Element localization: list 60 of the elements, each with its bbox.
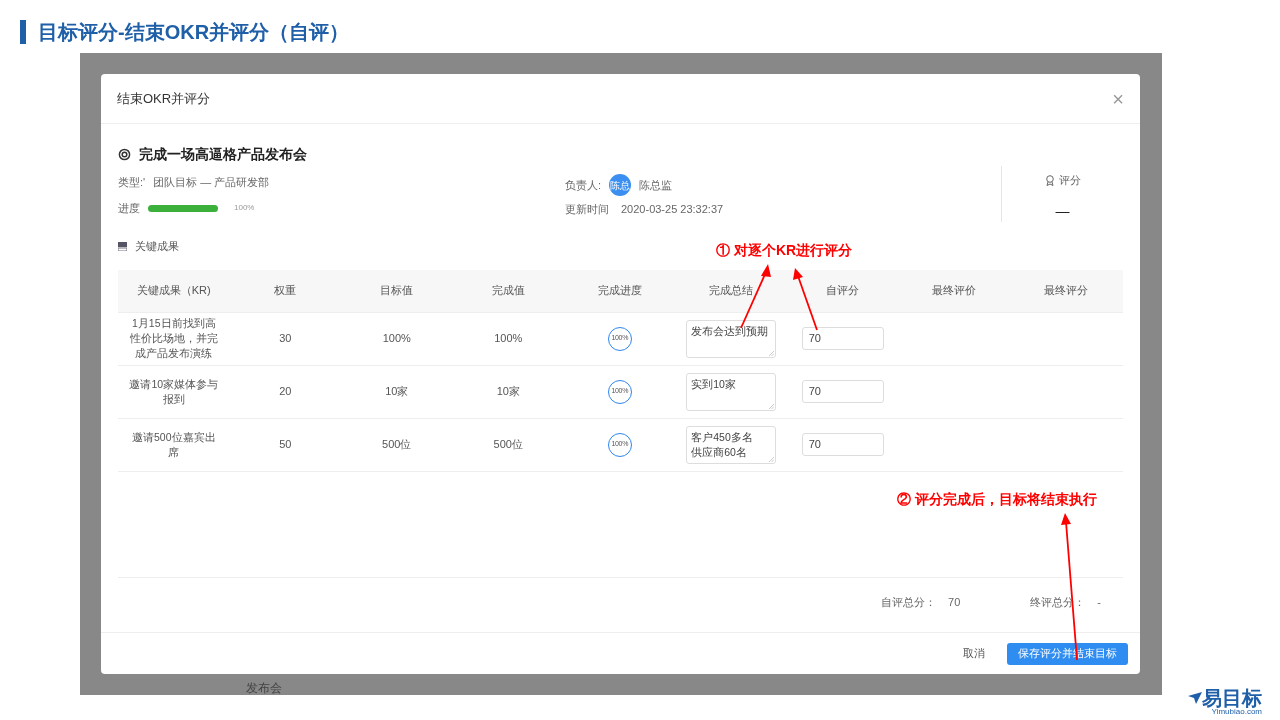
- target-cell-text: 10家: [385, 384, 409, 400]
- updated-value: 2020-03-25 23:32:37: [621, 202, 724, 217]
- objective-title: 完成一场高逼格产品发布会: [139, 145, 307, 164]
- type-value: 团队目标 — 产品研发部: [153, 174, 270, 190]
- column-header: 自评分: [826, 283, 860, 299]
- resize-handle-icon[interactable]: [769, 350, 775, 356]
- owner-name: 陈总监: [639, 177, 673, 193]
- summary-field[interactable]: 发布会达到预期: [686, 319, 777, 358]
- weight-cell-text: 20: [279, 384, 292, 400]
- self-score-field[interactable]: 70: [801, 380, 884, 403]
- weight-cell-text: 30: [279, 331, 292, 347]
- weight-cell-text: 50: [279, 437, 292, 453]
- annotation-text: ① 对逐个KR进行评分: [716, 241, 853, 260]
- column-header: 关键成果（KR): [136, 283, 211, 299]
- updated-label: 更新时间: [565, 202, 609, 217]
- dialog-title: 结束OKR并评分: [117, 89, 211, 108]
- done-cell-text: 10家: [496, 384, 520, 400]
- column-header: 权重: [274, 283, 297, 299]
- column-header: 目标值: [380, 283, 414, 299]
- column-header: 最终评价: [932, 283, 977, 299]
- column-header: 完成总结: [709, 283, 754, 299]
- resize-handle-icon[interactable]: [769, 403, 775, 409]
- column-header: 完成进度: [597, 283, 642, 299]
- score-label: 评分: [1058, 173, 1081, 188]
- section-title: 关键成果: [135, 239, 179, 254]
- award-icon: [1044, 174, 1055, 186]
- target-icon: [118, 148, 131, 161]
- logo-site: Yimubiao.com: [1211, 708, 1262, 716]
- list-icon: [118, 241, 127, 251]
- score-value: —: [1055, 201, 1070, 221]
- title-bar-accent: [20, 20, 26, 44]
- total-label: 自评总分：: [881, 594, 937, 610]
- backdrop-text: 发布会: [246, 680, 282, 697]
- type-label: 类型:': [118, 174, 146, 190]
- annotation-text: ② 评分完成后，目标将结束执行: [897, 490, 1097, 509]
- owner-label: 负责人:: [565, 177, 602, 193]
- arrow: [793, 268, 818, 331]
- resize-handle-icon[interactable]: [769, 456, 775, 462]
- column-header: 最终评分: [1043, 283, 1088, 299]
- owner-avatar: 陈总: [609, 174, 632, 196]
- summary-field[interactable]: 客户450多名 供应商60名: [686, 425, 777, 464]
- self-score-field[interactable]: 70: [801, 327, 884, 350]
- logo-mark: 易目标: [1202, 688, 1262, 708]
- logo-icon: [1188, 692, 1202, 704]
- target-cell-text: 500位: [382, 437, 412, 453]
- self-score-field[interactable]: 70: [801, 433, 884, 456]
- column-header: 完成值: [491, 283, 525, 299]
- done-cell-text: 500位: [493, 437, 523, 453]
- kr-cell-text: 邀请10家媒体参与报到: [128, 376, 220, 407]
- cancel-button[interactable]: 取消: [961, 642, 987, 665]
- total-value: 70: [948, 594, 961, 610]
- progress-label: 进度: [118, 200, 140, 216]
- kr-cell-text: 1月15日前找到高性价比场地，并完成产品发布演练: [128, 316, 219, 361]
- done-cell-text: 100%: [494, 331, 523, 347]
- slide-title: 目标评分-结束OKR并评分（自评）: [38, 20, 350, 45]
- summary-field[interactable]: 实到10家: [686, 372, 777, 411]
- kr-cell-text: 邀请500位嘉宾出席: [131, 429, 217, 460]
- progress-reading: 100%: [234, 202, 255, 214]
- total-value: -: [1097, 594, 1101, 610]
- target-cell-text: 100%: [382, 331, 411, 347]
